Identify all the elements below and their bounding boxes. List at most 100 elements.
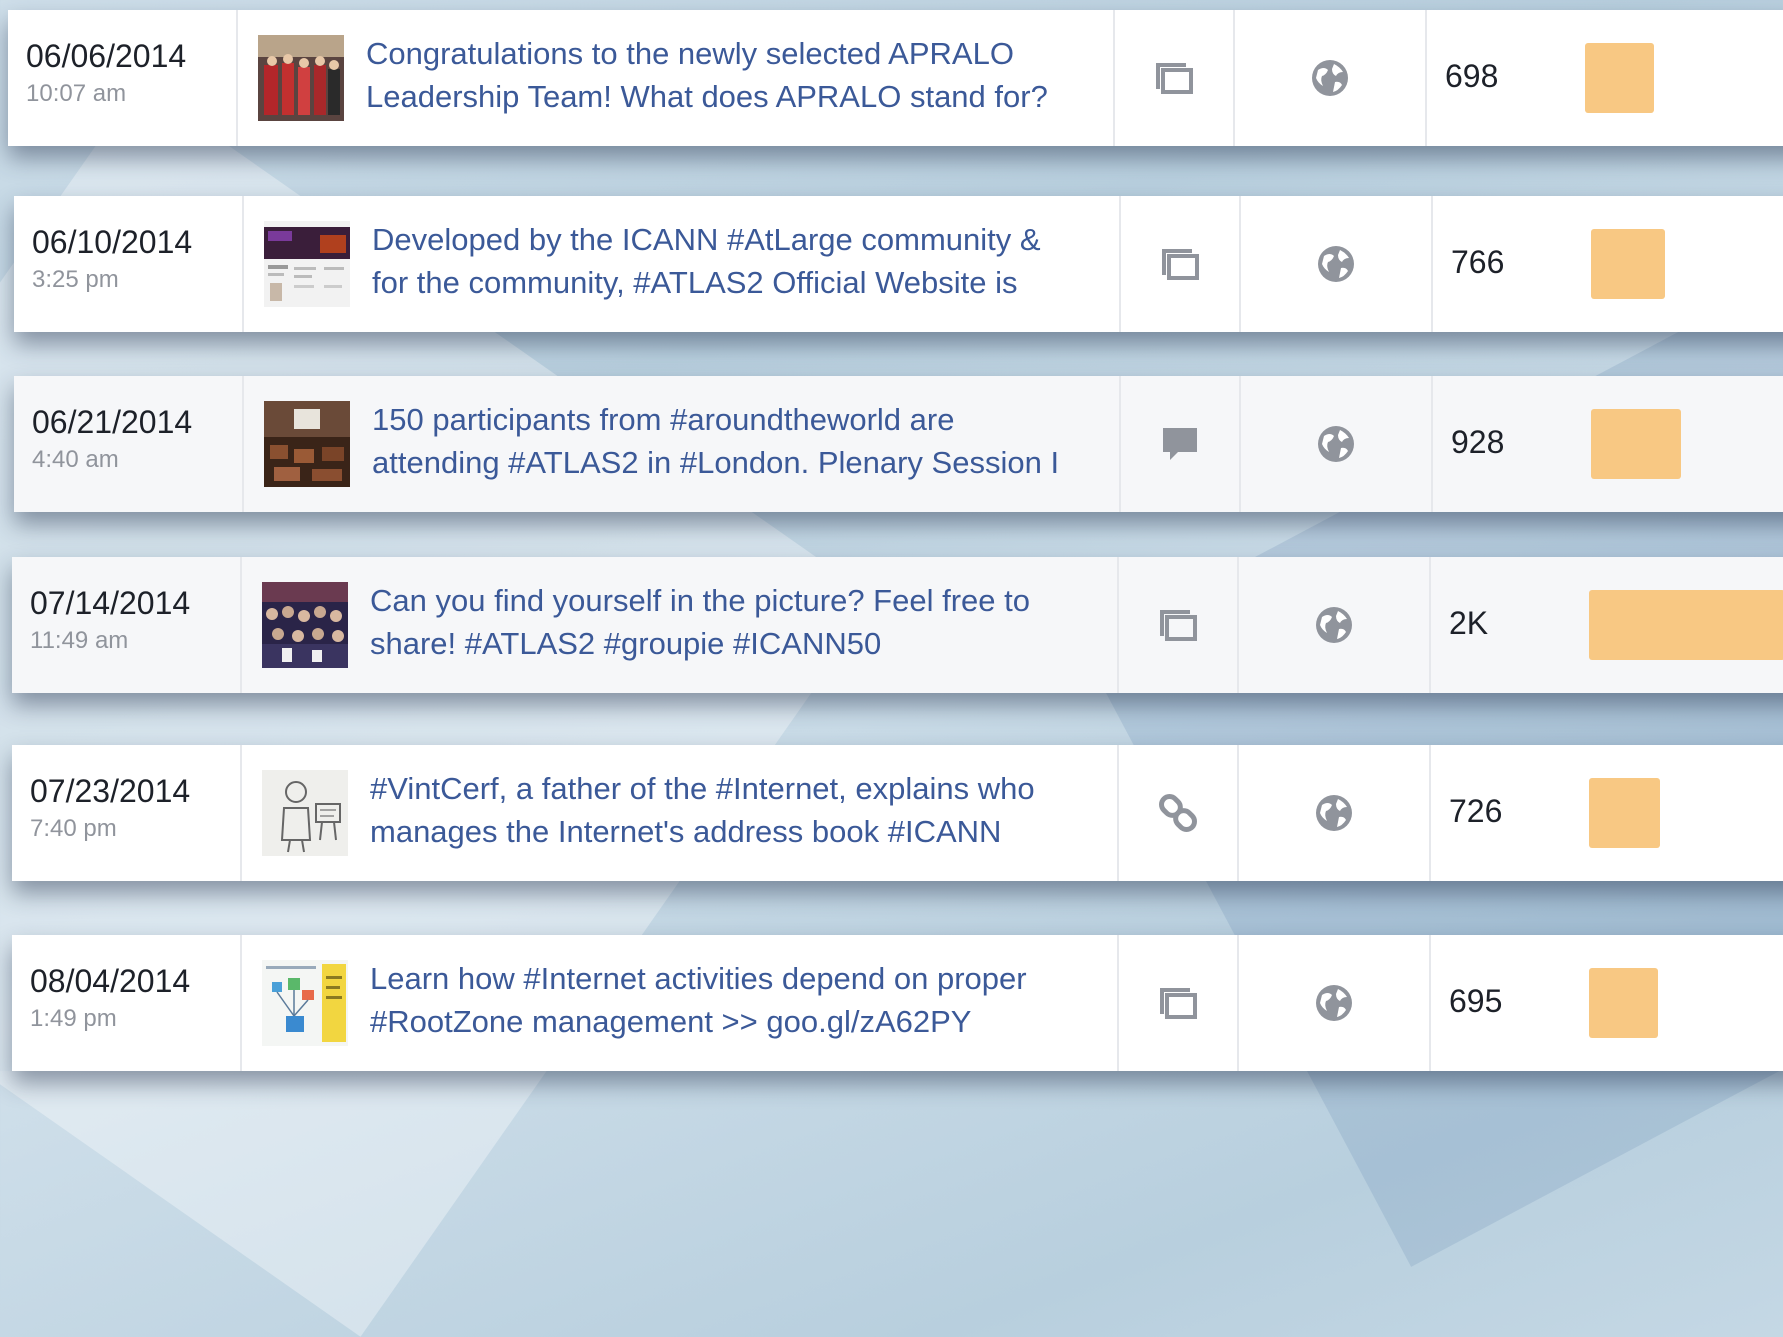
post-message-line: share! #ATLAS2 #groupie #ICANN50 [370,626,882,661]
date-cell: 06/10/2014 3:25 pm [14,196,244,332]
post-cell: Can you find yourself in the picture? Fe… [242,557,1119,693]
post-cell: #VintCerf, a father of the #Internet, ex… [242,745,1119,881]
post-message-line: Can you find yourself in the picture? Fe… [370,583,1030,618]
reach-count: 928 [1451,424,1505,460]
targeting-cell [1241,376,1433,512]
reach-bar[interactable] [1589,778,1660,848]
post-time: 4:40 am [32,446,119,473]
post-row[interactable]: 06/10/2014 3:25 pm Developed by the ICAN… [14,196,1783,332]
post-message-line: attending #ATLAS2 in #London. Plenary Se… [372,445,1060,480]
post-message-line: Learn how #Internet activities depend on… [370,961,1027,996]
link-icon [1159,794,1197,832]
photo-album-icon [1156,63,1193,94]
post-message-line: #RootZone management >> goo.gl/zA62PY [370,1004,972,1039]
post-date: 06/06/2014 [26,38,187,74]
reach-cell: 766 [1433,196,1573,332]
reach-bar[interactable] [1591,229,1665,299]
globe-icon [1316,985,1352,1021]
post-date: 06/21/2014 [32,404,193,440]
post-thumbnail[interactable] [262,960,348,1046]
post-cell: Developed by the ICANN #AtLarge communit… [244,196,1121,332]
globe-icon [1316,607,1352,643]
reach-bar-cell [1573,196,1783,332]
reach-bar-cell [1571,745,1783,881]
date-cell: 07/14/2014 11:49 am [12,557,242,693]
post-time: 10:07 am [26,80,127,107]
post-row[interactable]: 07/23/2014 7:40 pm #VintCerf, a father o… [12,745,1783,881]
post-message[interactable]: Developed by the ICANN #AtLarge communit… [372,218,1112,304]
reach-count: 2K [1449,605,1489,641]
reach-count: 698 [1445,58,1499,94]
post-time: 1:49 pm [30,1005,117,1032]
post-time: 11:49 am [30,627,129,654]
type-cell [1121,196,1241,332]
post-date: 08/04/2014 [30,963,191,999]
targeting-cell [1239,745,1431,881]
post-thumbnail[interactable] [262,770,348,856]
globe-icon [1318,426,1354,462]
reach-cell: 695 [1431,935,1571,1071]
post-thumbnail[interactable] [262,582,348,668]
globe-icon [1312,60,1348,96]
post-message[interactable]: #VintCerf, a father of the #Internet, ex… [370,767,1110,853]
reach-bar[interactable] [1591,409,1681,479]
date-cell: 06/21/2014 4:40 am [14,376,244,512]
targeting-cell [1235,10,1427,146]
type-cell [1119,745,1239,881]
post-cell: Learn how #Internet activities depend on… [242,935,1119,1071]
photo-album-icon [1162,249,1199,280]
post-row[interactable]: 06/21/2014 4:40 am 150 participants from… [14,376,1783,512]
post-message-line: #VintCerf, a father of the #Internet, ex… [370,771,1035,806]
reach-count: 726 [1449,793,1503,829]
reach-cell: 726 [1431,745,1571,881]
date-cell: 08/04/2014 1:49 pm [12,935,242,1071]
post-message-line: Leadership Team! What does APRALO stand … [366,79,1048,114]
post-time: 7:40 pm [30,815,117,842]
reach-cell: 928 [1433,376,1573,512]
post-message-line: manages the Internet's address book #ICA… [370,814,1002,849]
type-cell [1121,376,1241,512]
post-row[interactable]: 06/06/2014 10:07 am Congratulations to t… [8,10,1783,146]
reach-bar-cell [1567,10,1783,146]
type-cell [1119,935,1239,1071]
post-row[interactable]: 08/04/2014 1:49 pm Learn how #Internet a… [12,935,1783,1071]
post-date: 06/10/2014 [32,224,193,260]
type-cell [1115,10,1235,146]
reach-bar-cell [1571,557,1783,693]
reach-bar-cell [1573,376,1783,512]
globe-icon [1318,246,1354,282]
post-message-line: for the community, #ATLAS2 Official Webs… [372,265,1018,300]
post-message-line: 150 participants from #aroundtheworld ar… [372,402,955,437]
reach-count: 766 [1451,244,1505,280]
date-cell: 06/06/2014 10:07 am [8,10,238,146]
reach-bar[interactable] [1589,968,1658,1038]
status-comment-icon [1163,428,1197,460]
post-message[interactable]: 150 participants from #aroundtheworld ar… [372,398,1112,484]
reach-bar-cell [1571,935,1783,1071]
post-cell: Congratulations to the newly selected AP… [238,10,1115,146]
reach-count: 695 [1449,983,1503,1019]
post-cell: 150 participants from #aroundtheworld ar… [244,376,1121,512]
post-message[interactable]: Congratulations to the newly selected AP… [366,32,1106,118]
reach-bar[interactable] [1589,590,1783,660]
date-cell: 07/23/2014 7:40 pm [12,745,242,881]
post-message[interactable]: Learn how #Internet activities depend on… [370,957,1110,1043]
reach-bar[interactable] [1585,43,1654,113]
targeting-cell [1239,557,1431,693]
globe-icon [1316,795,1352,831]
post-message[interactable]: Can you find yourself in the picture? Fe… [370,579,1110,665]
post-thumbnail[interactable] [258,35,344,121]
post-date: 07/14/2014 [30,585,191,621]
post-thumbnail[interactable] [264,221,350,307]
post-date: 07/23/2014 [30,773,191,809]
targeting-cell [1241,196,1433,332]
post-row[interactable]: 07/14/2014 11:49 am Can you find yoursel… [12,557,1783,693]
reach-cell: 2K [1431,557,1571,693]
targeting-cell [1239,935,1431,1071]
photo-album-icon [1160,610,1197,641]
post-message-line: Congratulations to the newly selected AP… [366,36,1014,71]
post-message-line: Developed by the ICANN #AtLarge communit… [372,222,1041,257]
post-time: 3:25 pm [32,266,119,293]
reach-cell: 698 [1427,10,1567,146]
post-thumbnail[interactable] [264,401,350,487]
